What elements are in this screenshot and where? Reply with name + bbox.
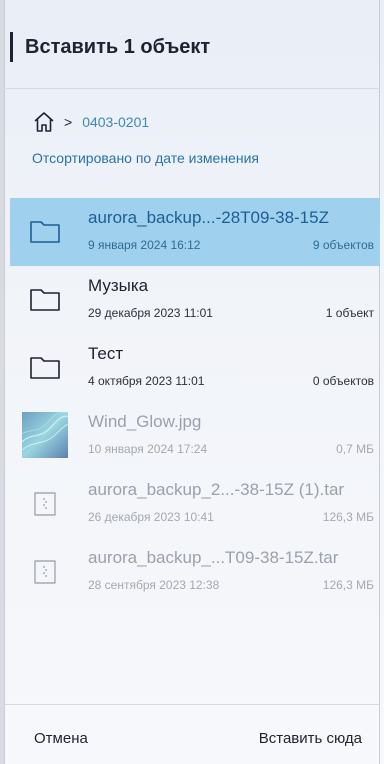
dialog-header: Вставить 1 объект bbox=[10, 32, 210, 62]
file-info: 126,3 МБ bbox=[322, 578, 374, 592]
dialog-title: Вставить 1 объект bbox=[25, 35, 211, 58]
header-divider bbox=[4, 88, 380, 89]
file-info: 0,7 МБ bbox=[336, 442, 374, 456]
image-thumbnail bbox=[22, 412, 68, 458]
breadcrumb-separator: > bbox=[64, 114, 73, 130]
file-date: 29 декабря 2023 11:01 bbox=[88, 306, 213, 320]
breadcrumb-current-folder[interactable]: 0403-0201 bbox=[82, 114, 149, 130]
folder-icon bbox=[30, 221, 60, 243]
file-info: 9 объектов bbox=[312, 238, 374, 252]
folder-icon bbox=[30, 289, 60, 311]
sort-order-label[interactable]: Отсортировано по дате изменения bbox=[32, 150, 259, 166]
folder-icon bbox=[30, 357, 60, 379]
file-date: 26 декабря 2023 10:41 bbox=[88, 510, 214, 524]
file-info: 0 объектов bbox=[312, 374, 374, 388]
breadcrumb: > 0403-0201 bbox=[32, 110, 149, 134]
archive-file-icon bbox=[34, 560, 56, 584]
file-name: aurora_backup_2...-38-15Z (1).tar bbox=[88, 480, 345, 499]
list-item[interactable]: Музыка 29 декабря 2023 11:01 1 объект bbox=[10, 266, 380, 334]
list-item[interactable]: aurora_backup_2...-38-15Z (1).tar 26 дек… bbox=[10, 470, 380, 538]
file-name: aurora_backup_...T09-38-15Z.tar bbox=[88, 548, 339, 567]
file-date: 9 января 2024 16:12 bbox=[88, 238, 201, 252]
footer-divider bbox=[4, 704, 380, 705]
file-date: 28 сентября 2023 12:38 bbox=[88, 578, 220, 592]
cancel-button[interactable]: Отмена bbox=[34, 730, 88, 747]
home-icon[interactable] bbox=[32, 110, 56, 134]
archive-file-icon bbox=[34, 492, 56, 516]
list-item[interactable]: aurora_backup_...T09-38-15Z.tar 28 сентя… bbox=[10, 538, 380, 606]
file-list: aurora_backup...-28T09-38-15Z 9 января 2… bbox=[10, 198, 380, 606]
paste-dialog: Вставить 1 объект > 0403-0201 Отсортиров… bbox=[0, 0, 384, 764]
list-item[interactable]: aurora_backup...-28T09-38-15Z 9 января 2… bbox=[10, 198, 380, 266]
file-name: aurora_backup...-28T09-38-15Z bbox=[88, 208, 329, 227]
file-info: 126,3 МБ bbox=[322, 510, 374, 524]
file-name: Тест bbox=[88, 344, 124, 363]
paste-here-button[interactable]: Вставить сюда bbox=[259, 730, 362, 747]
title-accent-bar bbox=[10, 32, 13, 62]
file-date: 10 января 2024 17:24 bbox=[88, 442, 208, 456]
file-date: 4 октября 2023 11:01 bbox=[88, 374, 205, 388]
list-item[interactable]: Тест 4 октября 2023 11:01 0 объектов bbox=[10, 334, 380, 402]
file-info: 1 объект bbox=[325, 306, 374, 320]
file-name: Музыка bbox=[88, 276, 149, 295]
file-name: Wind_Glow.jpg bbox=[88, 412, 202, 431]
list-item[interactable]: Wind_Glow.jpg 10 января 2024 17:24 0,7 М… bbox=[10, 402, 380, 470]
